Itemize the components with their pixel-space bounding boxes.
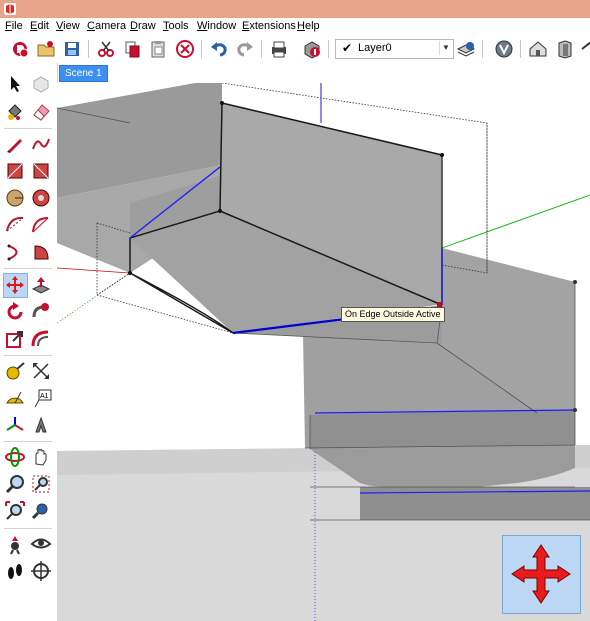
svg-text:A1: A1	[40, 393, 49, 400]
previous-view-icon[interactable]	[30, 500, 52, 522]
circle-icon[interactable]	[4, 187, 26, 209]
menu-help[interactable]: Help	[297, 19, 320, 34]
menu-tools[interactable]: Tools	[163, 19, 189, 34]
protractor-icon[interactable]	[4, 387, 26, 409]
print-icon[interactable]	[268, 38, 290, 60]
toolbar-separator	[328, 40, 329, 58]
layer-dropdown[interactable]: ✔ Layer0 ▼	[335, 39, 454, 59]
vertex	[218, 209, 222, 213]
paste-icon[interactable]	[147, 38, 169, 60]
tab-scene-1[interactable]: Scene 1	[59, 65, 108, 82]
styles-icon[interactable]	[493, 38, 515, 60]
scenes-bar: Scene 1	[57, 63, 590, 83]
main-toolbar: ✔ Layer0 ▼	[0, 35, 590, 64]
cut-icon[interactable]	[95, 38, 117, 60]
palette-separator	[4, 268, 52, 269]
scale-icon[interactable]	[4, 328, 26, 350]
dimension-icon[interactable]	[30, 360, 52, 382]
follow-me-icon[interactable]	[30, 301, 52, 323]
section-plane-icon[interactable]	[30, 560, 52, 582]
vertex	[573, 280, 577, 284]
menu-window[interactable]: Window	[197, 19, 236, 34]
inference-tooltip: On Edge Outside Active	[341, 307, 445, 322]
position-camera-icon[interactable]	[4, 533, 26, 555]
zoom-icon[interactable]	[4, 473, 26, 495]
model-info-icon[interactable]	[301, 38, 323, 60]
zoom-extents-icon[interactable]	[4, 500, 26, 522]
left-tool-palette: A1	[0, 63, 58, 621]
tape-measure-icon[interactable]	[4, 360, 26, 382]
orbit-icon[interactable]	[4, 446, 26, 468]
rotated-rectangle-icon[interactable]	[30, 160, 52, 182]
three-point-arc-icon[interactable]	[4, 241, 26, 263]
text-icon[interactable]: A1	[30, 387, 52, 409]
step-riser	[310, 410, 575, 449]
new-icon[interactable]	[9, 38, 31, 60]
walk-icon[interactable]	[4, 560, 26, 582]
toolbar-separator	[261, 40, 262, 58]
3d-text-icon[interactable]	[30, 414, 52, 436]
two-point-arc-icon[interactable]	[30, 214, 52, 236]
vertex	[573, 408, 577, 412]
undo-icon[interactable]	[208, 38, 230, 60]
polygon-icon[interactable]	[30, 187, 52, 209]
move-arrows-icon	[511, 544, 571, 604]
menu-view[interactable]: View	[56, 19, 80, 34]
palette-separator	[4, 355, 52, 356]
paint-bucket-icon[interactable]	[4, 101, 26, 123]
menu-draw[interactable]: Draw	[130, 19, 156, 34]
pie-icon[interactable]	[30, 241, 52, 263]
active-layer-check: ✔	[342, 41, 353, 55]
front-view-icon[interactable]	[554, 38, 576, 60]
erase-icon[interactable]	[174, 38, 196, 60]
freehand-icon[interactable]	[30, 133, 52, 155]
toolbar-separator	[201, 40, 202, 58]
move-cursor-overlay	[502, 535, 581, 614]
axes-icon[interactable]	[4, 414, 26, 436]
rotate-icon[interactable]	[4, 301, 26, 323]
look-around-icon[interactable]	[30, 533, 52, 555]
component-icon[interactable]	[30, 73, 52, 95]
menu-file[interactable]: File	[5, 19, 23, 34]
move-icon	[6, 276, 24, 294]
palette-separator	[4, 528, 52, 529]
toolbar-separator	[520, 40, 521, 58]
open-icon[interactable]	[35, 38, 57, 60]
toolbar-separator	[88, 40, 89, 58]
menu-bar: File Edit View Camera Draw Tools Window …	[0, 18, 590, 35]
move-tool-button[interactable]	[3, 273, 28, 298]
layer-name: Layer0	[358, 42, 392, 54]
offset-icon[interactable]	[30, 328, 52, 350]
menu-edit[interactable]: Edit	[30, 19, 49, 34]
house-view-icon[interactable]	[527, 38, 549, 60]
vertex	[220, 101, 224, 105]
pan-icon[interactable]	[30, 446, 52, 468]
redo-icon[interactable]	[234, 38, 256, 60]
top-view-icon[interactable]	[580, 38, 590, 60]
vertex	[440, 153, 444, 157]
arc-icon[interactable]	[4, 214, 26, 236]
pencil-line-icon[interactable]	[4, 133, 26, 155]
vertex	[128, 271, 132, 275]
zoom-window-icon[interactable]	[30, 473, 52, 495]
menu-camera[interactable]: Camera	[87, 19, 126, 34]
sketchup-logo-icon	[4, 3, 16, 15]
select-icon[interactable]	[4, 73, 26, 95]
copy-icon[interactable]	[121, 38, 143, 60]
palette-separator	[4, 441, 52, 442]
palette-separator	[4, 128, 52, 129]
eraser-icon[interactable]	[30, 101, 52, 123]
push-pull-icon[interactable]	[30, 274, 52, 296]
menu-extensions[interactable]: Extensions	[242, 19, 296, 34]
toolbar-separator	[482, 40, 483, 58]
chevron-down-icon[interactable]: ▼	[439, 41, 452, 55]
rectangle-icon[interactable]	[4, 160, 26, 182]
title-bar	[0, 0, 590, 18]
save-icon[interactable]	[61, 38, 83, 60]
layer-manager-icon[interactable]	[455, 38, 477, 60]
